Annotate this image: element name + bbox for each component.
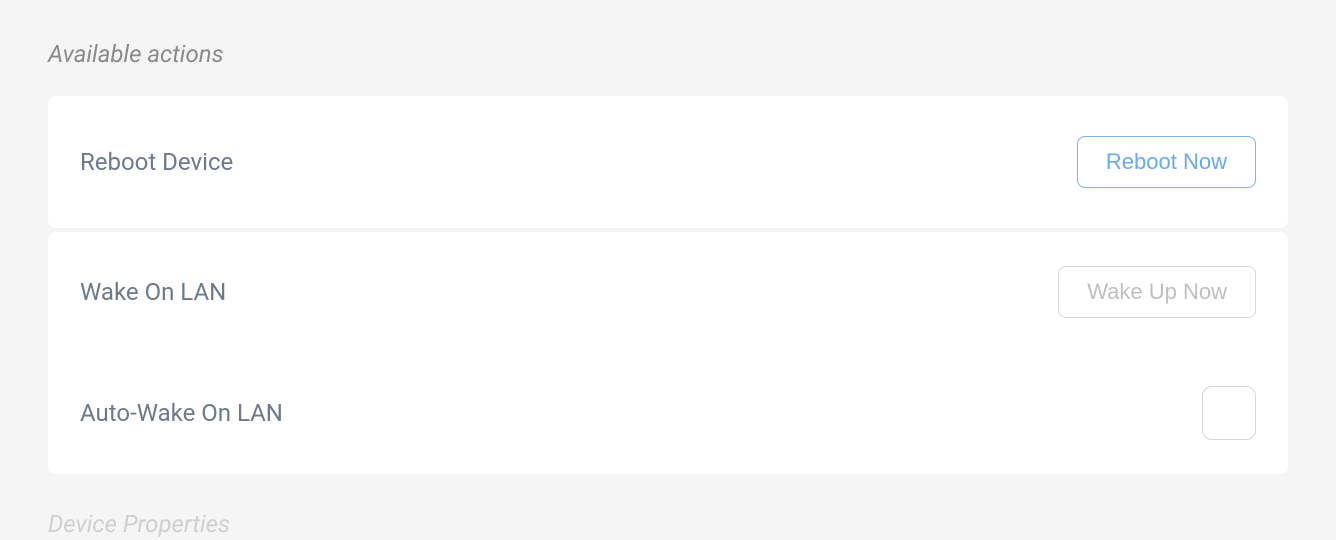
wake-on-lan-row: Wake On LAN Wake Up Now	[48, 232, 1288, 352]
auto-wake-on-lan-row: Auto-Wake On LAN	[48, 352, 1288, 474]
next-section-title: Device Properties	[48, 510, 1288, 538]
reboot-label: Reboot Device	[80, 148, 233, 176]
wol-card: Wake On LAN Wake Up Now Auto-Wake On LAN	[48, 232, 1288, 474]
wake-up-now-button[interactable]: Wake Up Now	[1058, 266, 1256, 318]
reboot-now-button[interactable]: Reboot Now	[1077, 136, 1256, 188]
auto-wake-on-lan-label: Auto-Wake On LAN	[80, 399, 283, 427]
section-title: Available actions	[48, 40, 1288, 68]
auto-wake-checkbox[interactable]	[1202, 386, 1256, 440]
wake-on-lan-label: Wake On LAN	[80, 278, 226, 306]
reboot-card: Reboot Device Reboot Now	[48, 96, 1288, 228]
available-actions-section: Available actions Reboot Device Reboot N…	[0, 0, 1336, 538]
reboot-row: Reboot Device Reboot Now	[48, 96, 1288, 228]
